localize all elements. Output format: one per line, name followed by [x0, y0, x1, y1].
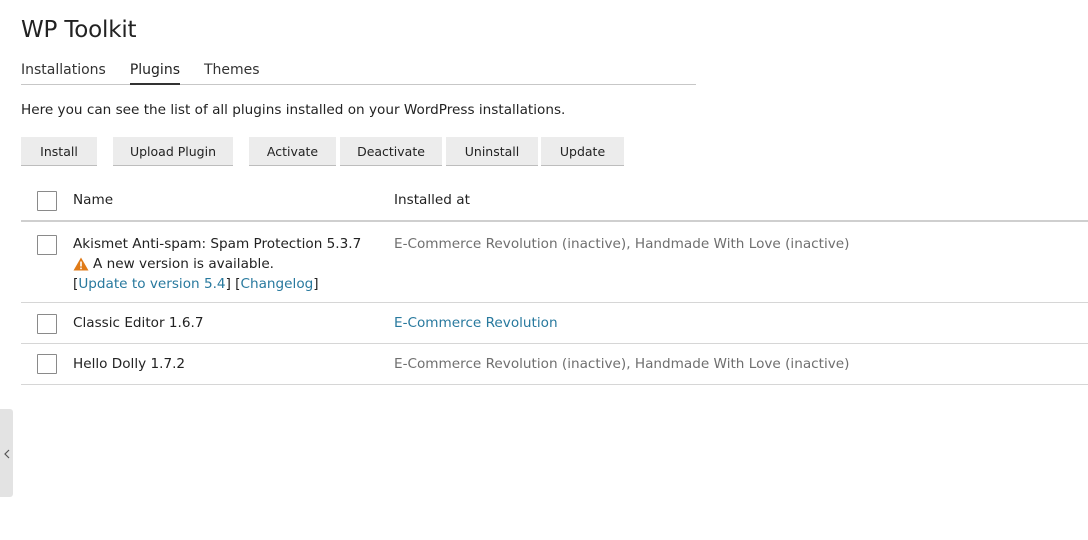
wp-toolkit-page: WP Toolkit Installations Plugins Themes …	[0, 0, 1088, 540]
installed-at-link[interactable]: E-Commerce Revolution	[394, 313, 558, 333]
row-checkbox[interactable]	[37, 235, 57, 255]
page-title: WP Toolkit	[21, 17, 137, 43]
installed-at-cell: E-Commerce Revolution (inactive), Handma…	[394, 236, 850, 252]
update-notice: A new version is available.	[73, 254, 361, 274]
tab-plugins[interactable]: Plugins	[129, 60, 180, 85]
column-header-name[interactable]: Name	[73, 192, 113, 208]
plugin-name: Classic Editor 1.6.7	[73, 315, 204, 331]
side-panel-toggle[interactable]	[0, 409, 13, 497]
page-description: Here you can see the list of all plugins…	[21, 102, 566, 118]
select-all-checkbox[interactable]	[37, 191, 57, 211]
upload-plugin-button[interactable]: Upload Plugin	[113, 137, 233, 166]
column-header-installed-at[interactable]: Installed at	[394, 192, 470, 208]
plugin-name: Akismet Anti-spam: Spam Protection 5.3.7	[73, 236, 362, 252]
chevron-left-icon	[3, 444, 10, 463]
activate-button[interactable]: Activate	[249, 137, 336, 166]
tab-bar: Installations Plugins Themes	[21, 60, 696, 85]
plugins-table: Name Installed at Akismet Anti-spam: Spa…	[21, 180, 1088, 385]
update-version-link[interactable]: Update to version 5.4	[78, 276, 225, 292]
warning-triangle-icon	[73, 257, 89, 271]
table-header: Name Installed at	[21, 180, 1088, 222]
table-row: Akismet Anti-spam: Spam Protection 5.3.7…	[21, 222, 1088, 303]
changelog-link[interactable]: Changelog	[241, 276, 314, 292]
update-notice-text: A new version is available.	[93, 256, 275, 272]
table-row: Classic Editor 1.6.7 E-Commerce Revoluti…	[21, 303, 1088, 344]
row-checkbox[interactable]	[37, 314, 57, 334]
row-checkbox[interactable]	[37, 354, 57, 374]
installed-at-cell: E-Commerce Revolution (inactive), Handma…	[394, 356, 850, 372]
update-button[interactable]: Update	[541, 137, 624, 166]
tab-themes[interactable]: Themes	[204, 60, 260, 85]
plugin-name-cell: Akismet Anti-spam: Spam Protection 5.3.7…	[73, 234, 361, 294]
table-row: Hello Dolly 1.7.2 E-Commerce Revolution …	[21, 344, 1088, 385]
deactivate-button[interactable]: Deactivate	[340, 137, 442, 166]
install-button[interactable]: Install	[21, 137, 97, 166]
plugin-name: Hello Dolly 1.7.2	[73, 356, 186, 372]
uninstall-button[interactable]: Uninstall	[446, 137, 538, 166]
update-links: [Update to version 5.4] [Changelog]	[73, 276, 319, 292]
tab-installations[interactable]: Installations	[21, 60, 106, 85]
